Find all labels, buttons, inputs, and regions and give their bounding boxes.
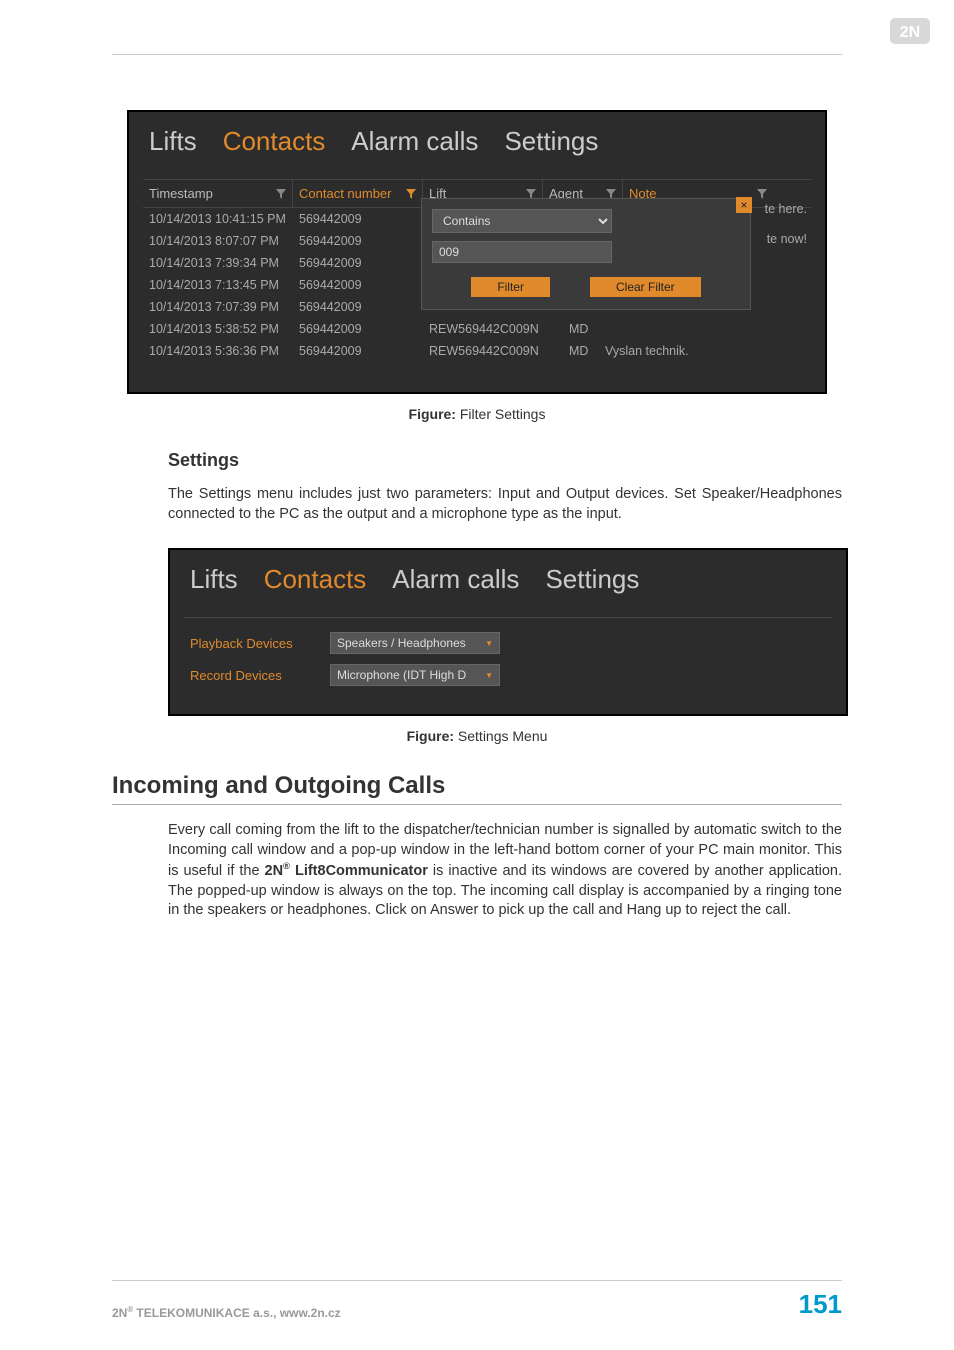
tab-lifts[interactable]: Lifts	[149, 126, 197, 157]
tab-alarm-calls[interactable]: Alarm calls	[351, 126, 478, 157]
svg-text:2N: 2N	[900, 24, 920, 41]
col-contact-number[interactable]: Contact number	[293, 180, 423, 207]
tab-settings[interactable]: Settings	[504, 126, 598, 157]
brand-logo-icon: 2N	[890, 18, 930, 44]
clear-filter-button[interactable]: Clear Filter	[590, 277, 701, 297]
filter-operator-select[interactable]: Contains	[432, 209, 612, 233]
filter-icon[interactable]	[276, 189, 286, 199]
filter-icon[interactable]	[406, 189, 416, 199]
tab-lifts[interactable]: Lifts	[190, 564, 238, 595]
table-row: 10/14/2013 5:38:52 PM569442009REW569442C…	[143, 318, 811, 340]
record-devices-row: Record Devices Microphone (IDT High D▼	[184, 664, 832, 686]
tab-contacts[interactable]: Contacts	[223, 126, 326, 157]
filter-icon[interactable]	[606, 189, 616, 199]
header-rule	[112, 54, 842, 55]
figure-caption: Figure: Filter Settings	[112, 406, 842, 422]
note-text-peek: te here.	[765, 202, 807, 216]
filter-settings-screenshot: Lifts Contacts Alarm calls Settings Time…	[127, 110, 827, 394]
chevron-down-icon: ▼	[485, 639, 493, 648]
note-text-peek: te now!	[767, 232, 807, 246]
tab-contacts[interactable]: Contacts	[264, 564, 367, 595]
table-row: 10/14/2013 5:36:36 PM569442009REW569442C…	[143, 340, 811, 362]
tab-settings[interactable]: Settings	[545, 564, 639, 595]
playback-devices-select[interactable]: Speakers / Headphones▼	[330, 632, 500, 654]
close-icon[interactable]: ×	[736, 197, 752, 213]
filter-icon[interactable]	[757, 189, 767, 199]
settings-heading: Settings	[168, 450, 842, 471]
filter-button[interactable]: Filter	[471, 277, 550, 297]
tab-bar: Lifts Contacts Alarm calls Settings	[184, 564, 832, 595]
tab-bar: Lifts Contacts Alarm calls Settings	[143, 126, 811, 157]
figure-caption: Figure: Settings Menu	[112, 728, 842, 744]
section-heading: Incoming and Outgoing Calls	[112, 772, 842, 805]
record-devices-label: Record Devices	[190, 668, 320, 683]
filter-icon[interactable]	[526, 189, 536, 199]
col-timestamp[interactable]: Timestamp	[143, 180, 293, 207]
record-devices-select[interactable]: Microphone (IDT High D▼	[330, 664, 500, 686]
filter-popup: × Contains Filter Clear Filter	[421, 198, 751, 310]
filter-value-input[interactable]	[432, 241, 612, 263]
tab-alarm-calls[interactable]: Alarm calls	[392, 564, 519, 595]
calls-paragraph: Every call coming from the lift to the d…	[168, 821, 842, 921]
settings-menu-screenshot: Lifts Contacts Alarm calls Settings Play…	[168, 548, 848, 716]
footer-text: 2N® TELEKOMUNIKACE a.s., www.2n.cz	[112, 1305, 341, 1320]
settings-paragraph: The Settings menu includes just two para…	[168, 485, 842, 524]
chevron-down-icon: ▼	[485, 671, 493, 680]
playback-devices-row: Playback Devices Speakers / Headphones▼	[184, 632, 832, 654]
playback-devices-label: Playback Devices	[190, 636, 320, 651]
page-number: 151	[799, 1289, 842, 1320]
